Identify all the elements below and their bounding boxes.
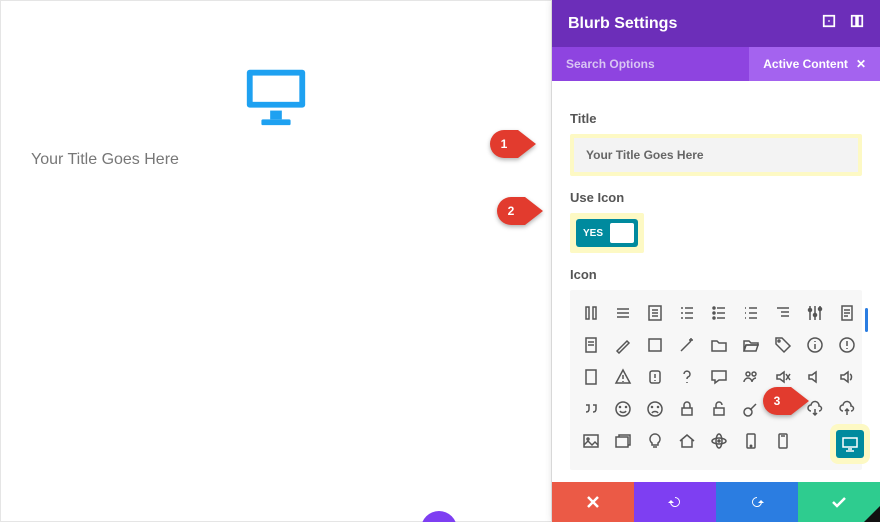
icon-option-chat[interactable] [708,366,730,388]
annotation-label: 1 [490,130,518,158]
annotation-1: 1 [490,130,536,158]
panel-header: Blurb Settings [552,0,880,47]
icon-option-atom[interactable] [708,430,730,452]
label-icon: Icon [570,267,862,282]
undo-button[interactable] [634,482,716,522]
icon-picker [570,290,862,470]
icon-option-smile[interactable] [612,398,634,420]
panel-title: Blurb Settings [568,15,677,33]
toggle-label: YES [583,228,603,239]
icon-option-numbers[interactable] [740,302,762,324]
preview-title: Your Title Goes Here [31,151,521,169]
icon-option-doc3[interactable] [580,366,602,388]
icon-option-wand[interactable] [676,334,698,356]
icon-option-info[interactable] [804,334,826,356]
columns-icon[interactable] [850,14,864,33]
icon-option-tri-warn[interactable] [612,366,634,388]
toggle-highlight: YES [570,213,644,253]
icon-option-equalizer[interactable] [804,302,826,324]
icon-option-mail[interactable] [772,430,794,452]
icon-option-desktop[interactable] [836,430,864,458]
icon-option-phone[interactable] [740,430,762,452]
annotation-2: 2 [497,197,543,225]
icon-option-lock[interactable] [676,398,698,420]
icon-option-mute[interactable] [772,366,794,388]
preview-canvas: Your Title Goes Here [0,0,552,522]
icon-option-square[interactable] [644,334,666,356]
annotation-label: 2 [497,197,525,225]
tab-search-options[interactable]: Search Options [552,47,749,81]
icon-option-list-check[interactable] [676,302,698,324]
icon-option-bullets[interactable] [708,302,730,324]
icon-option-guitar[interactable] [740,398,762,420]
icon-option-frown[interactable] [644,398,666,420]
label-title: Title [570,111,862,126]
annotation-label: 3 [763,387,791,415]
icon-option-tag[interactable] [772,334,794,356]
icon-option-list-small[interactable] [612,302,634,324]
panel-footer [552,482,880,522]
icon-option-question[interactable] [676,366,698,388]
close-icon[interactable]: ✕ [856,57,866,71]
icon-option-vol[interactable] [836,366,858,388]
icon-option-gallery[interactable] [612,430,634,452]
icon-option-indent[interactable] [772,302,794,324]
tab-active-label: Active Content [763,57,848,71]
tab-active-content[interactable]: Active Content ✕ [749,47,880,81]
panel-body: Title Use Icon YES Icon ? Help [552,81,880,482]
resize-handle-icon[interactable] [864,506,880,522]
icon-option-doc2[interactable] [580,334,602,356]
icon-option-attention[interactable] [644,366,666,388]
desktop-icon [241,61,311,131]
icon-option-warning[interactable] [836,334,858,356]
title-field[interactable] [574,138,858,172]
icon-option-quotes[interactable] [580,398,602,420]
title-input-highlight [570,134,862,176]
icon-option-doc-lines[interactable] [644,302,666,324]
icon-option-home[interactable] [676,430,698,452]
expand-icon[interactable] [822,14,836,33]
icon-option-people[interactable] [740,366,762,388]
preview-icon [31,61,521,131]
toggle-knob [610,223,634,243]
label-use-icon: Use Icon [570,190,862,205]
cancel-button[interactable] [552,482,634,522]
settings-panel: Blurb Settings Search Options Active Con… [552,0,880,522]
panel-tabs: Search Options Active Content ✕ [552,47,880,81]
icon-option-pause[interactable] [580,302,602,324]
scrollbar-thumb[interactable] [865,308,868,332]
icon-option-bulb[interactable] [644,430,666,452]
redo-button[interactable] [716,482,798,522]
icon-option-unlock[interactable] [708,398,730,420]
icon-option-sound[interactable] [804,366,826,388]
use-icon-toggle[interactable]: YES [576,219,638,247]
floating-handle[interactable] [421,511,457,522]
annotation-3: 3 [763,387,809,415]
icon-option-cloud-up[interactable] [836,398,858,420]
icon-option-folder-open[interactable] [740,334,762,356]
icon-option-image[interactable] [580,430,602,452]
icon-option-folder[interactable] [708,334,730,356]
icon-option-doc[interactable] [836,302,858,324]
icon-option-brush[interactable] [612,334,634,356]
